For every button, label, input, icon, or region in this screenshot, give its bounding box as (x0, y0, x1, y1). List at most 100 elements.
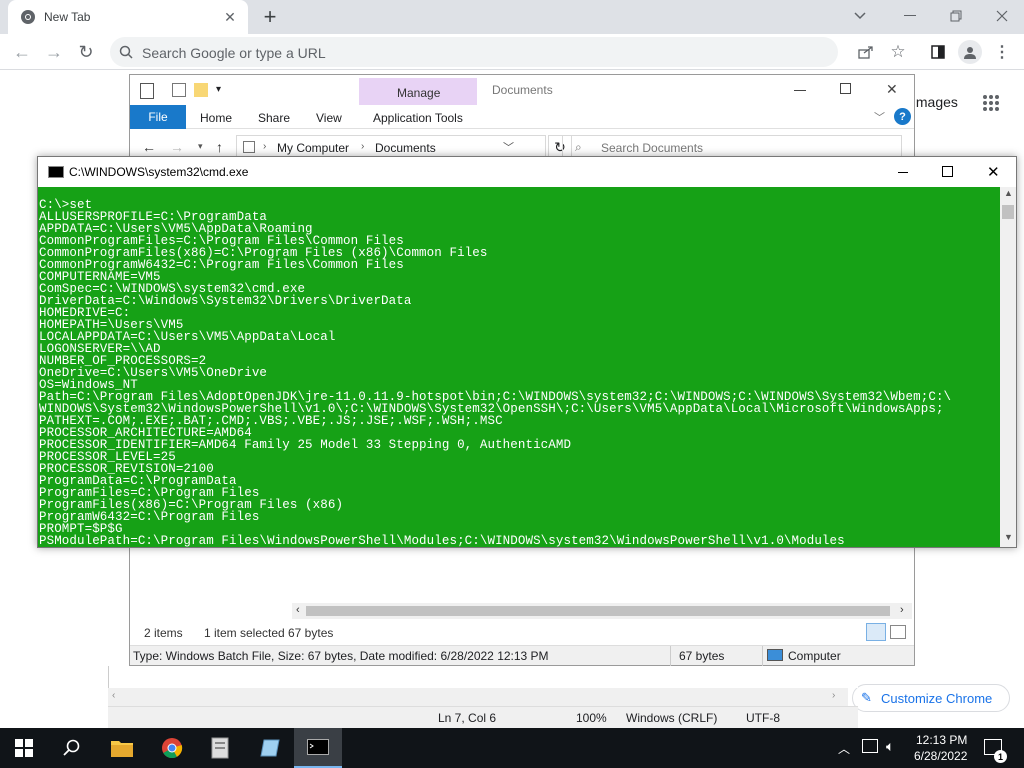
scroll-thumb[interactable] (306, 606, 890, 616)
customize-chrome-label: Customize Chrome (881, 691, 993, 706)
items-count: 2 items (144, 626, 183, 640)
new-tab-button[interactable]: + (258, 4, 282, 29)
computer-icon (767, 649, 783, 661)
tab-file[interactable]: File (130, 105, 186, 129)
search-placeholder: Search Documents (601, 141, 704, 155)
cmd-title: C:\WINDOWS\system32\cmd.exe (69, 165, 249, 179)
pencil-icon: ✎ (861, 690, 872, 705)
chrome-logo-icon (162, 738, 183, 759)
close-tab-icon[interactable]: ✕ (222, 9, 238, 25)
help-icon[interactable]: ? (894, 108, 911, 125)
cmd-vertical-scrollbar[interactable]: ▲ ▼ (1000, 187, 1016, 547)
details-view-icon[interactable] (866, 623, 886, 641)
share-icon[interactable] (856, 42, 876, 62)
explorer-minimize-icon[interactable] (794, 90, 806, 91)
clock-time[interactable]: 12:13 PM (916, 733, 967, 747)
checkmark-icon[interactable] (172, 83, 186, 97)
batch-file-taskbar-button[interactable] (196, 728, 244, 768)
close-window-icon[interactable] (990, 6, 1014, 26)
tab-title: New Tab (44, 10, 91, 24)
profile-avatar-icon[interactable] (958, 40, 982, 64)
explorer-details-bar: Type: Windows Batch File, Size: 67 bytes… (130, 645, 914, 666)
tab-new-tab[interactable]: New Tab ✕ (8, 0, 248, 34)
minimize-icon[interactable] (898, 6, 922, 26)
file-details-text: Type: Windows Batch File, Size: 67 bytes… (133, 649, 549, 663)
images-link[interactable]: Images (912, 94, 958, 110)
apps-grid-icon[interactable] (982, 94, 1000, 112)
notepad-icon (260, 739, 280, 757)
explorer-window-title: Documents (492, 83, 553, 97)
explorer-horizontal-scrollbar[interactable]: ‹ › (292, 603, 912, 619)
start-button[interactable] (0, 728, 48, 768)
tab-view[interactable]: View (316, 111, 342, 125)
scroll-down-icon[interactable]: ▼ (1004, 532, 1013, 542)
bookmark-star-icon[interactable]: ☆ (888, 42, 908, 62)
network-icon[interactable] (862, 739, 878, 753)
omnibox[interactable]: Search Google or type a URL (110, 37, 838, 67)
search-icon (63, 739, 80, 756)
breadcrumb-separator-icon: › (361, 141, 365, 152)
cmd-app-icon (48, 166, 64, 178)
up-icon[interactable]: ↑ (216, 139, 223, 155)
customize-chrome-button[interactable]: ✎ Customize Chrome (852, 684, 1010, 712)
tab-home[interactable]: Home (200, 111, 232, 125)
scroll-left-icon[interactable]: ‹ (296, 604, 300, 616)
ribbon-expand-icon[interactable]: ﹀ (874, 109, 885, 125)
clock-date[interactable]: 6/28/2022 (914, 749, 967, 763)
recent-locations-icon[interactable]: ▾ (198, 141, 203, 152)
notepad-horizontal-scrollbar[interactable]: ‹ › (108, 688, 848, 706)
address-dropdown-icon[interactable]: ﹀ (503, 139, 514, 155)
console-line: DriverData=C:\Windows\System32\Drivers\D… (39, 294, 412, 308)
explorer-forward-icon[interactable]: → (170, 139, 184, 155)
scroll-right-icon[interactable]: › (832, 690, 835, 701)
cmd-console-output[interactable]: C:\>set ALLUSERSPROFILE=C:\ProgramData APP… (38, 187, 1000, 547)
tab-search-icon[interactable] (848, 6, 872, 26)
cmd-minimize-icon[interactable] (898, 172, 908, 173)
back-icon[interactable]: ← (10, 40, 34, 64)
chrome-taskbar-button[interactable] (148, 728, 196, 768)
cmd-taskbar-button[interactable] (294, 728, 342, 768)
notepad-status-bar: Ln 7, Col 6 100% Windows (CRLF) UTF-8 (108, 706, 858, 728)
show-hidden-icons[interactable]: ︿ (838, 740, 850, 757)
chrome-tab-strip: New Tab ✕ + (0, 0, 1024, 34)
side-panel-icon[interactable] (928, 42, 948, 62)
volume-icon[interactable]: 🔈︎ (886, 738, 894, 755)
forward-icon[interactable]: → (42, 40, 66, 64)
explorer-maximize-icon[interactable] (840, 83, 851, 94)
cmd-close-icon[interactable]: ✕ (987, 163, 1000, 181)
reload-icon[interactable]: ↻ (74, 40, 98, 64)
tab-file-label: File (148, 110, 168, 124)
folder-icon[interactable] (194, 83, 208, 97)
selected-size: 67 bytes (288, 626, 334, 640)
explorer-close-icon[interactable]: ✕ (886, 81, 898, 98)
scroll-up-icon[interactable]: ▲ (1004, 188, 1013, 198)
quick-access-dropdown-icon[interactable]: ▾ (216, 84, 221, 95)
omnibox-placeholder: Search Google or type a URL (142, 45, 326, 61)
cmd-maximize-icon[interactable] (942, 166, 953, 177)
tab-application-tools[interactable]: Application Tools (373, 111, 463, 125)
breadcrumb-documents[interactable]: Documents (375, 141, 436, 155)
file-explorer-taskbar-button[interactable] (98, 728, 146, 768)
chrome-toolbar: ← → ↻ Search Google or type a URL ☆ ⋮ (0, 34, 1024, 70)
chrome-menu-icon[interactable]: ⋮ (994, 42, 1010, 62)
scroll-thumb[interactable] (1002, 205, 1014, 219)
scroll-right-icon[interactable]: › (900, 604, 904, 616)
divider (762, 646, 763, 666)
cmd-window: C:\WINDOWS\system32\cmd.exe ✕ C:\>set ALL… (37, 156, 1017, 548)
explorer-back-icon[interactable]: ← (142, 139, 156, 155)
large-icons-view-icon[interactable] (890, 625, 906, 639)
divider (670, 646, 671, 666)
properties-icon[interactable] (140, 83, 154, 99)
notepad-taskbar-button[interactable] (246, 728, 294, 768)
breadcrumb-separator-icon: › (263, 141, 267, 152)
tab-share[interactable]: Share (258, 111, 290, 125)
scroll-left-icon[interactable]: ‹ (112, 690, 115, 701)
search-button[interactable] (48, 728, 96, 768)
restore-icon[interactable] (944, 6, 968, 26)
breadcrumb-my-computer[interactable]: My Computer (277, 141, 349, 155)
notepad-content (108, 666, 858, 688)
cmd-icon (307, 739, 329, 755)
console-text: C:\>set ALLUSERSPROFILE=C:\ProgramData APP… (39, 199, 951, 547)
chrome-logo-icon (20, 9, 36, 25)
search-icon: ⌕ (575, 140, 582, 154)
